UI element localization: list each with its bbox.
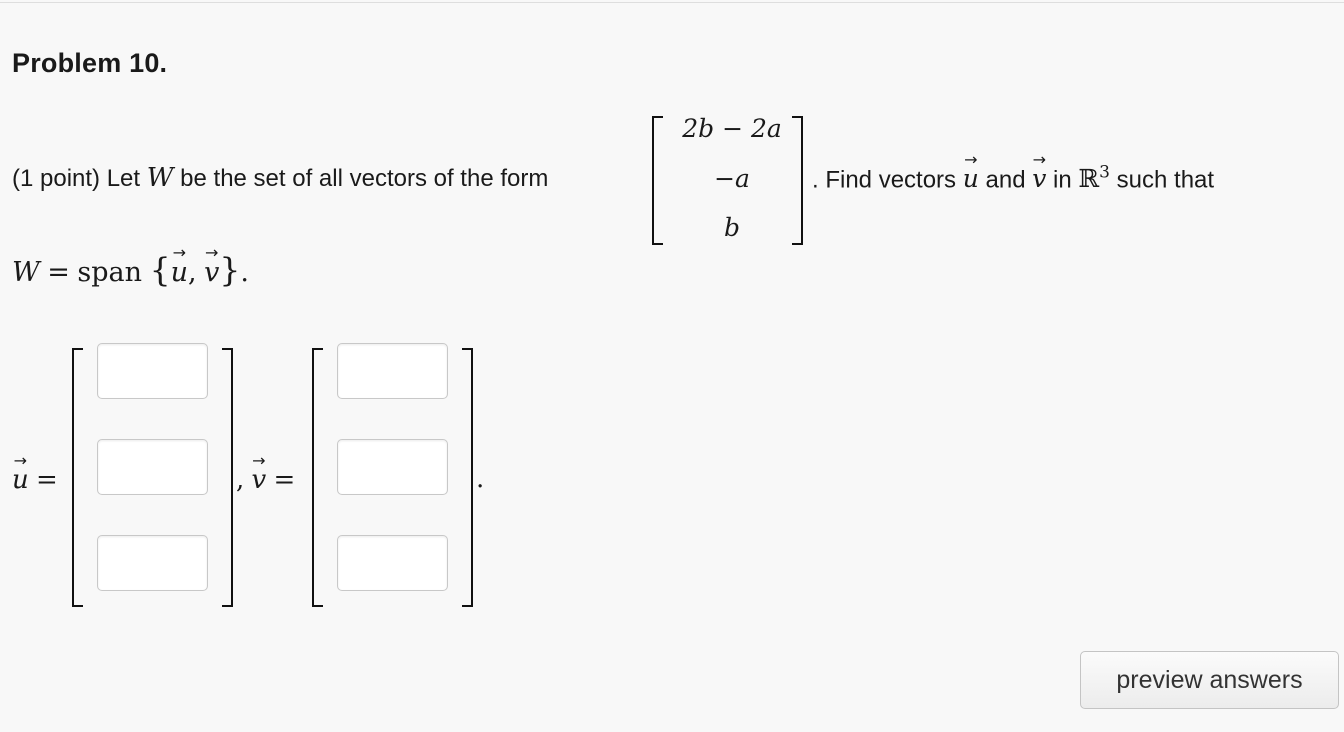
span-period: . <box>240 257 249 288</box>
u-answer-label: → u = <box>12 451 58 496</box>
preview-answers-button[interactable]: preview answers <box>1080 651 1339 709</box>
u-entry-1-input[interactable] <box>97 343 208 399</box>
find-text: . Find vectors <box>812 166 957 194</box>
form-matrix-entry-3: b <box>723 213 740 242</box>
vector-arrow-icon: → <box>205 243 219 262</box>
span-equation: W = span {→ u, → v}. <box>12 243 249 290</box>
span-u-vector: → u <box>170 243 188 289</box>
intro-text-2: be the set of all vectors of the form <box>180 165 549 192</box>
in-text: in <box>1053 166 1072 194</box>
problem-statement-end: . Find vectors → u and → v in ℝ3 such that <box>812 150 1215 194</box>
such-that-text: such that <box>1116 166 1215 194</box>
span-v-vector: → v <box>204 243 220 289</box>
v-entry-1-input[interactable] <box>337 343 448 399</box>
top-divider <box>0 2 1344 3</box>
v-vector-symbol: → v <box>1032 150 1047 194</box>
v-entry-3-input[interactable] <box>337 535 448 591</box>
form-matrix-left-bracket <box>652 116 663 245</box>
vector-arrow-icon: → <box>252 451 266 470</box>
span-comma: , <box>187 257 197 288</box>
u-matrix-right-bracket <box>222 348 233 607</box>
intro-text: (1 point) Let <box>12 165 141 192</box>
vector-arrow-icon: → <box>13 451 28 470</box>
answer-separator: , <box>236 465 245 495</box>
v-matrix-right-bracket <box>462 348 473 607</box>
set-symbol: W <box>146 163 174 193</box>
problem-title: Problem 10. <box>12 48 168 78</box>
v-entry-2-input[interactable] <box>337 439 448 495</box>
v-equals: = <box>273 465 296 495</box>
v-answer-label: , → v = <box>236 451 296 496</box>
u-label-vector: → u <box>12 451 29 496</box>
span-word: span <box>77 257 143 288</box>
real-space-exponent: 3 <box>1099 163 1110 183</box>
vector-arrow-icon: → <box>1032 150 1046 170</box>
vector-arrow-icon: → <box>964 150 978 170</box>
problem-statement-start: (1 point) Let W be the set of all vector… <box>12 163 548 193</box>
v-label-vector: → v <box>251 451 267 496</box>
v-matrix-left-bracket <box>312 348 323 607</box>
u-entry-2-input[interactable] <box>97 439 208 495</box>
vector-arrow-icon: → <box>172 243 186 262</box>
span-lhs: W <box>12 257 40 288</box>
span-open-brace: { <box>149 250 171 289</box>
u-entry-3-input[interactable] <box>97 535 208 591</box>
u-matrix-left-bracket <box>72 348 83 607</box>
u-vector-symbol: → u <box>962 150 979 194</box>
form-matrix-entry-2: −a <box>714 164 750 193</box>
u-equals: = <box>35 465 58 495</box>
span-equals: = <box>47 257 70 288</box>
and-text: and <box>985 166 1026 194</box>
span-close-brace: } <box>219 250 241 289</box>
answer-end-period: . <box>476 464 485 494</box>
real-space-symbol: ℝ3 <box>1078 163 1110 194</box>
form-matrix-entry-1: 2b − 2a <box>682 114 782 143</box>
